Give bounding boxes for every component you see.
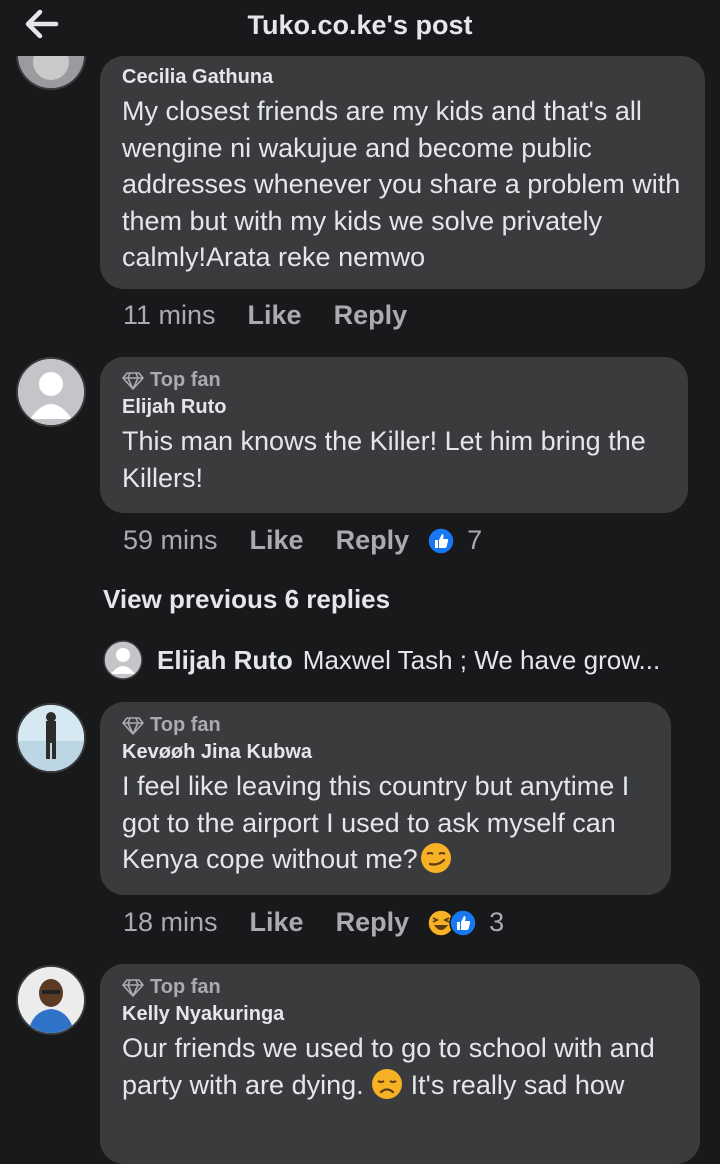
comment-text: I feel like leaving this country but any…: [122, 771, 630, 874]
comment-actions: 11 mins Like Reply: [123, 300, 439, 331]
comment-author[interactable]: Cecilia Gathuna: [122, 66, 683, 89]
comment-text: My closest friends are my kids and that'…: [122, 96, 681, 272]
avatar-photo-icon: [18, 967, 84, 1033]
comment-actions: 59 mins Like Reply 7: [123, 525, 482, 556]
reply-author[interactable]: Elijah Ruto: [157, 645, 293, 676]
like-button[interactable]: Like: [250, 525, 304, 556]
comment-bubble[interactable]: Cecilia Gathuna My closest friends are m…: [100, 56, 705, 289]
comment-text: It's really sad how: [410, 1069, 625, 1100]
badge-label: Top fan: [150, 714, 221, 736]
diamond-icon: [122, 716, 144, 735]
comment-bubble[interactable]: Top fan Elijah Ruto This man knows the K…: [100, 357, 688, 513]
reaction-summary[interactable]: 7: [427, 525, 482, 556]
comment-bubble[interactable]: Top fan Kelly Nyakuringa Our friends we …: [100, 964, 700, 1164]
reply-text: Maxwel Tash ; We have grow...: [302, 644, 661, 675]
comment-author[interactable]: Kevøøh Jina Kubwa: [122, 741, 649, 764]
comment-time: 59 mins: [123, 525, 218, 555]
like-button[interactable]: Like: [250, 907, 304, 938]
avatar[interactable]: [16, 703, 86, 773]
avatar-photo-icon: [18, 705, 84, 771]
top-fan-badge: Top fan: [122, 714, 649, 737]
comment-author[interactable]: Kelly Nyakuringa: [122, 1003, 678, 1026]
top-bar: Tuko.co.ke's post: [0, 0, 720, 56]
smirk-emoji-icon: [420, 843, 451, 873]
avatar[interactable]: [16, 357, 86, 427]
comment-bubble[interactable]: Top fan Kevøøh Jina Kubwa I feel like le…: [100, 702, 671, 895]
badge-label: Top fan: [150, 976, 221, 998]
reply-button[interactable]: Reply: [336, 525, 410, 556]
avatar[interactable]: [16, 965, 86, 1035]
reaction-count: 3: [489, 907, 505, 937]
top-fan-badge: Top fan: [122, 369, 666, 392]
comment-text-wrap: Our friends we used to go to school with…: [122, 1030, 678, 1103]
post-title: Tuko.co.ke's post: [247, 10, 473, 40]
diamond-icon: [122, 978, 144, 997]
reply-button[interactable]: Reply: [334, 300, 408, 331]
like-reaction-icon: [427, 526, 455, 555]
disappointed-emoji-icon: [372, 1068, 403, 1099]
badge-label: Top fan: [150, 369, 221, 391]
comment-text-wrap: I feel like leaving this country but any…: [122, 768, 649, 878]
comment-time: 18 mins: [123, 907, 218, 937]
comment-author[interactable]: Elijah Ruto: [122, 396, 666, 419]
reaction-count: 7: [467, 525, 483, 555]
default-profile-icon: [18, 359, 84, 425]
reply-preview[interactable]: Elijah Ruto Maxwel Tash ; We have grow..…: [103, 640, 660, 680]
reaction-summary[interactable]: 3: [427, 907, 504, 938]
comment-actions: 18 mins Like Reply 3: [123, 907, 504, 938]
default-profile-icon: [103, 640, 143, 680]
comment-time: 11 mins: [123, 300, 216, 330]
like-button[interactable]: Like: [248, 300, 302, 331]
diamond-icon: [122, 371, 144, 390]
comment-text: This man knows the Killer! Let him bring…: [122, 426, 646, 493]
view-previous-replies-link[interactable]: View previous 6 replies: [103, 584, 390, 615]
reply-button[interactable]: Reply: [336, 907, 410, 938]
top-fan-badge: Top fan: [122, 976, 678, 999]
like-reaction-icon: [449, 908, 477, 937]
